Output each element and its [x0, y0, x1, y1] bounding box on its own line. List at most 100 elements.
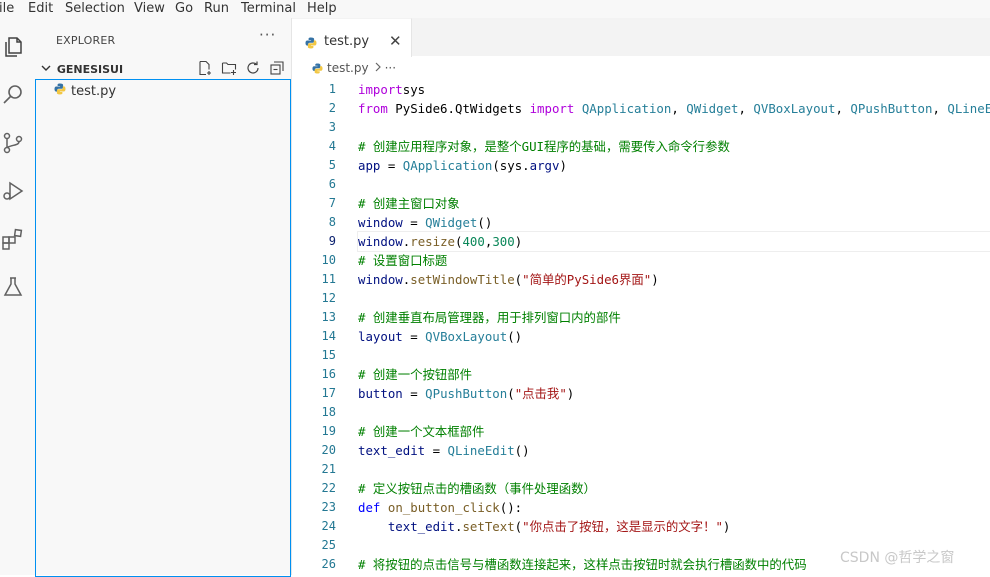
code-token: QApplication: [581, 101, 672, 116]
extensions-icon[interactable]: [0, 226, 26, 252]
refresh-icon[interactable]: [245, 60, 261, 76]
menu-help[interactable]: Help: [307, 0, 337, 17]
code-token: button: [358, 386, 403, 401]
code-token: window: [358, 215, 403, 230]
python-file-icon: [312, 62, 323, 74]
code-line[interactable]: [358, 175, 990, 194]
code-token: text_edit: [387, 519, 455, 534]
code-line[interactable]: # 设置窗口标题: [358, 251, 990, 270]
line-number: 6: [328, 177, 336, 191]
code-line[interactable]: app = QApplication(sys.argv): [358, 156, 990, 175]
code-line[interactable]: # 创建应用程序对象，是整个GUI程序的基础，需要传入命令行参数: [358, 137, 990, 156]
code-token: ,: [835, 101, 851, 116]
code-line[interactable]: text_edit = QLineEdit(): [358, 441, 990, 460]
code-token: resize: [410, 234, 455, 249]
code-line[interactable]: [358, 289, 990, 308]
code-line[interactable]: window.resize(400,300): [357, 231, 990, 252]
run-debug-icon[interactable]: [0, 178, 26, 204]
code-editor[interactable]: 1 2 3 4 5 6 7 8 9 10 11 12 13 14 15 16 17 18 19 20 21 22 23 24 2…: [292, 80, 990, 575]
code-token: on_button_click: [387, 500, 500, 515]
code-token: QWidget: [425, 215, 478, 230]
code-token: QLineEdit: [447, 443, 515, 458]
code-area[interactable]: importsys from PySide6.QtWidgets import Q…: [357, 80, 990, 574]
code-token: ): [566, 386, 575, 401]
code-line[interactable]: window.setWindowTitle("简单的PySide6界面"): [358, 270, 990, 289]
code-line[interactable]: # 定义按钮点击的槽函数（事件处理函数）: [358, 479, 990, 498]
menu-go[interactable]: Go: [175, 0, 193, 17]
line-number: 3: [328, 120, 336, 134]
code-token: # 将按钮的点击信号与槽函数连接起来，这样点击按钮时就会执行槽函数中的代码: [358, 557, 807, 572]
code-token: "点击我": [514, 386, 567, 401]
code-line[interactable]: text_edit.setText("你点击了按钮，这是显示的文字！"): [358, 517, 990, 536]
code-line[interactable]: [358, 403, 990, 422]
code-token: =: [380, 158, 403, 173]
line-number: 7: [328, 196, 336, 210]
line-number: 12: [321, 291, 336, 305]
breadcrumb-symbols[interactable]: ···: [385, 61, 396, 75]
code-token: =: [425, 443, 448, 458]
code-line[interactable]: # 创建主窗口对象: [358, 194, 990, 213]
explorer-actions: [197, 60, 285, 76]
code-line[interactable]: def on_button_click():: [358, 498, 990, 517]
tab-test-py[interactable]: test.py ✕: [292, 18, 412, 57]
testing-icon[interactable]: [0, 274, 26, 300]
code-line[interactable]: [358, 460, 990, 479]
source-control-icon[interactable]: [0, 130, 26, 156]
line-number: 14: [321, 329, 336, 343]
code-line[interactable]: # 创建垂直布局管理器，用于排列窗口内的部件: [358, 308, 990, 327]
editor-tab-bar: test.py ✕: [292, 18, 990, 57]
code-token: =: [402, 329, 426, 344]
menu-selection[interactable]: Selection: [65, 0, 125, 17]
menu-view[interactable]: View: [134, 0, 165, 17]
files-icon[interactable]: [0, 34, 26, 60]
new-file-icon[interactable]: [197, 60, 213, 76]
code-token: # 创建应用程序对象，是整个GUI程序的基础，需要传入命令行参数: [358, 139, 730, 154]
code-token: "简单的PySide6界面": [522, 272, 652, 287]
code-line[interactable]: layout = QVBoxLayout(): [358, 327, 990, 346]
line-number: 2: [328, 101, 336, 115]
file-tree-item[interactable]: test.py: [54, 83, 116, 99]
close-icon[interactable]: ✕: [389, 32, 402, 50]
code-line[interactable]: [358, 346, 990, 365]
menu-file[interactable]: ile: [0, 0, 14, 17]
code-line[interactable]: importsys: [358, 80, 990, 99]
code-token: layout: [358, 329, 403, 344]
menu-edit[interactable]: Edit: [28, 0, 53, 17]
breadcrumb-file[interactable]: test.py: [327, 61, 369, 75]
code-token: QPushButton: [850, 101, 933, 116]
menu-run[interactable]: Run: [204, 0, 229, 17]
explorer-more-button[interactable]: ···: [259, 26, 276, 44]
code-token: ,: [932, 101, 948, 116]
search-icon[interactable]: [0, 82, 26, 108]
chevron-right-icon: [374, 61, 382, 75]
code-token: (: [507, 386, 515, 401]
line-number: 26: [321, 557, 336, 571]
code-token: text_edit: [358, 443, 426, 458]
code-line[interactable]: window = QWidget(): [358, 213, 990, 232]
code-line[interactable]: [358, 118, 990, 137]
code-token: "你点击了按钮，这是显示的文字！": [522, 519, 723, 534]
line-number: 25: [321, 538, 336, 552]
code-line[interactable]: # 创建一个按钮部件: [358, 365, 990, 384]
code-line[interactable]: from PySide6.QtWidgets import QApplicati…: [358, 99, 990, 118]
line-number: 9: [328, 234, 336, 248]
collapse-all-icon[interactable]: [269, 60, 285, 76]
code-token: import: [358, 82, 403, 97]
code-token: QWidget: [686, 101, 739, 116]
code-token: 300: [492, 234, 515, 249]
workspace-folder-name: GENESISUI: [56, 63, 124, 76]
code-line[interactable]: button = QPushButton("点击我"): [358, 384, 990, 403]
line-number: 13: [321, 310, 336, 324]
new-folder-icon[interactable]: [221, 60, 237, 76]
line-number: 24: [321, 519, 336, 533]
code-token: ): [559, 158, 567, 173]
menu-terminal[interactable]: Terminal: [241, 0, 296, 17]
code-token: setWindowTitle: [410, 272, 515, 287]
code-token: 400: [462, 234, 485, 249]
line-number: 10: [321, 253, 336, 267]
workspace-folder-header[interactable]: GENESISUI: [41, 63, 123, 76]
code-token: setText: [462, 519, 515, 534]
explorer-title: EXPLORER: [56, 34, 116, 47]
code-line[interactable]: # 创建一个文本框部件: [358, 422, 990, 441]
